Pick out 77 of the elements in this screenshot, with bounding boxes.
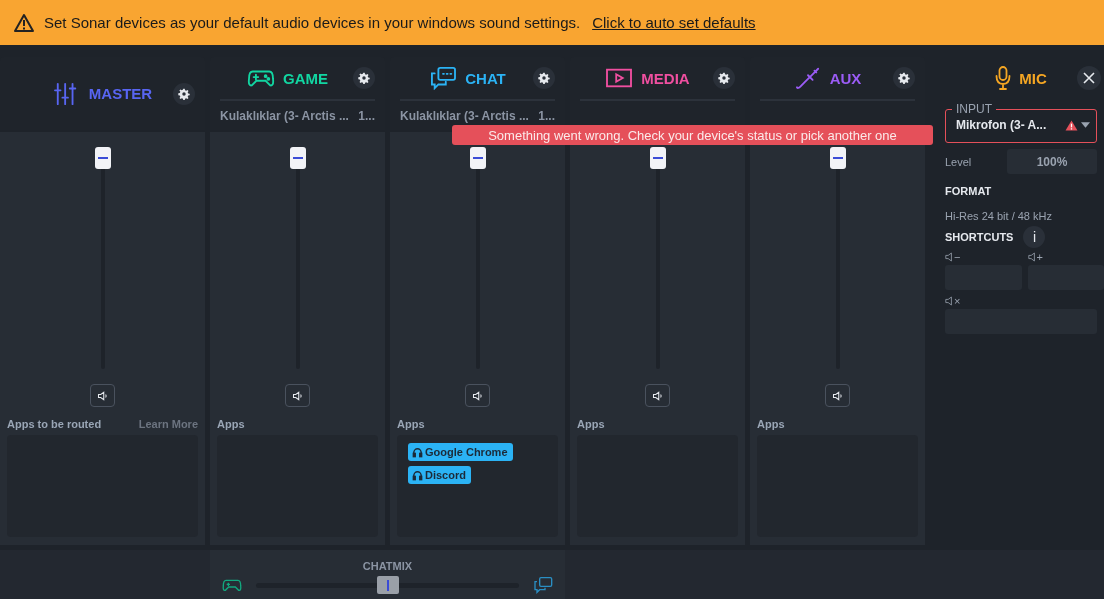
volume-slider[interactable]: [94, 147, 111, 369]
channel-title: CHAT: [465, 69, 506, 87]
microphone-icon: [995, 66, 1012, 90]
shortcut-symbol: ×: [954, 295, 961, 307]
apps-label: Apps: [217, 418, 245, 430]
slider-thumb[interactable]: [376, 576, 399, 594]
gear-icon: [538, 72, 550, 84]
mute-button[interactable]: [825, 384, 850, 407]
chat-bubbles-icon: [533, 576, 553, 594]
input-value: Mikrofon (3- A...: [956, 118, 1048, 132]
speaker-icon: [96, 389, 109, 402]
settings-button[interactable]: [893, 67, 915, 89]
gear-icon: [718, 72, 730, 84]
chatmix-slider[interactable]: [256, 576, 519, 594]
caret-icon: [1081, 122, 1090, 128]
error-tooltip: Something went wrong. Check your device's status or pick another one: [452, 125, 933, 145]
speaker-icon: [651, 389, 664, 402]
level-field[interactable]: 100%: [1007, 149, 1097, 174]
input-device-dropdown[interactable]: INPUT Mikrofon (3- A...: [945, 102, 1097, 143]
volume-slider[interactable]: [649, 147, 666, 369]
gear-icon: [178, 87, 190, 100]
app-chip[interactable]: Discord: [408, 466, 471, 484]
mute-button[interactable]: [90, 384, 115, 407]
mute-button[interactable]: [465, 384, 490, 407]
banner-message: Set Sonar devices as your default audio devices in your windows sound settings.: [44, 14, 581, 31]
settings-button[interactable]: [533, 67, 555, 89]
channel-title: MEDIA: [641, 69, 690, 87]
format-heading: FORMAT: [945, 185, 993, 197]
shortcut-symbol: −: [954, 251, 961, 263]
apps-label: Apps: [757, 418, 785, 430]
slider-thumb[interactable]: [94, 147, 111, 169]
headphones-icon: [412, 469, 423, 481]
settings-button[interactable]: [173, 82, 195, 105]
info-button[interactable]: i: [1023, 226, 1046, 248]
mute-button[interactable]: [645, 384, 670, 407]
gear-icon: [898, 72, 910, 84]
format-value: Hi-Res 24 bit / 48 kHz: [945, 210, 1053, 222]
headphones-icon: [412, 446, 423, 458]
speaker-icon: [831, 389, 844, 402]
slider-thumb[interactable]: [289, 147, 306, 169]
mic-title: MIC: [1019, 69, 1047, 87]
volume-slider[interactable]: [829, 147, 846, 369]
slider-thumb[interactable]: [829, 147, 846, 169]
settings-button[interactable]: [713, 67, 735, 89]
gear-icon: [358, 72, 370, 84]
output-device[interactable]: Kulaklıklar (3- Arctis ...: [220, 109, 349, 123]
speaker-icon: [1027, 252, 1036, 262]
shortcut-symbol: +: [1036, 251, 1043, 263]
warning-icon: [14, 13, 34, 32]
output-device[interactable]: Kulaklıklar (3- Arctis ...: [400, 109, 529, 123]
apps-label: Apps: [577, 418, 605, 430]
mute-button[interactable]: [285, 384, 310, 407]
input-legend: INPUT: [952, 102, 996, 116]
volume-slider[interactable]: [289, 147, 306, 369]
apps-label: Apps to be routed: [7, 418, 102, 430]
slider-thumb[interactable]: [469, 147, 486, 169]
channel-title: MASTER: [88, 85, 153, 102]
speaker-icon: [471, 389, 484, 402]
speaker-icon: [945, 252, 953, 262]
chatmix-label: CHATMIX: [362, 560, 413, 572]
volume-slider[interactable]: [469, 147, 486, 369]
apps-label: Apps: [397, 418, 425, 430]
slider-thumb[interactable]: [649, 147, 666, 169]
level-label: Level: [945, 155, 972, 168]
warning-icon: [1065, 119, 1078, 131]
device-volume: 1...: [538, 109, 555, 123]
close-icon: [1083, 72, 1095, 84]
app-chip[interactable]: Google Chrome: [408, 443, 513, 461]
channel-title: GAME: [283, 69, 328, 87]
device-volume: 1...: [358, 109, 375, 123]
shortcuts-heading: SHORTCUTS: [945, 231, 1014, 243]
speaker-icon: [291, 389, 304, 402]
close-button[interactable]: [1077, 66, 1101, 90]
auto-set-defaults-link[interactable]: Click to auto set defaults: [592, 14, 756, 31]
settings-button[interactable]: [353, 67, 375, 89]
speaker-icon: [945, 296, 953, 306]
channel-title: AUX: [829, 69, 862, 87]
